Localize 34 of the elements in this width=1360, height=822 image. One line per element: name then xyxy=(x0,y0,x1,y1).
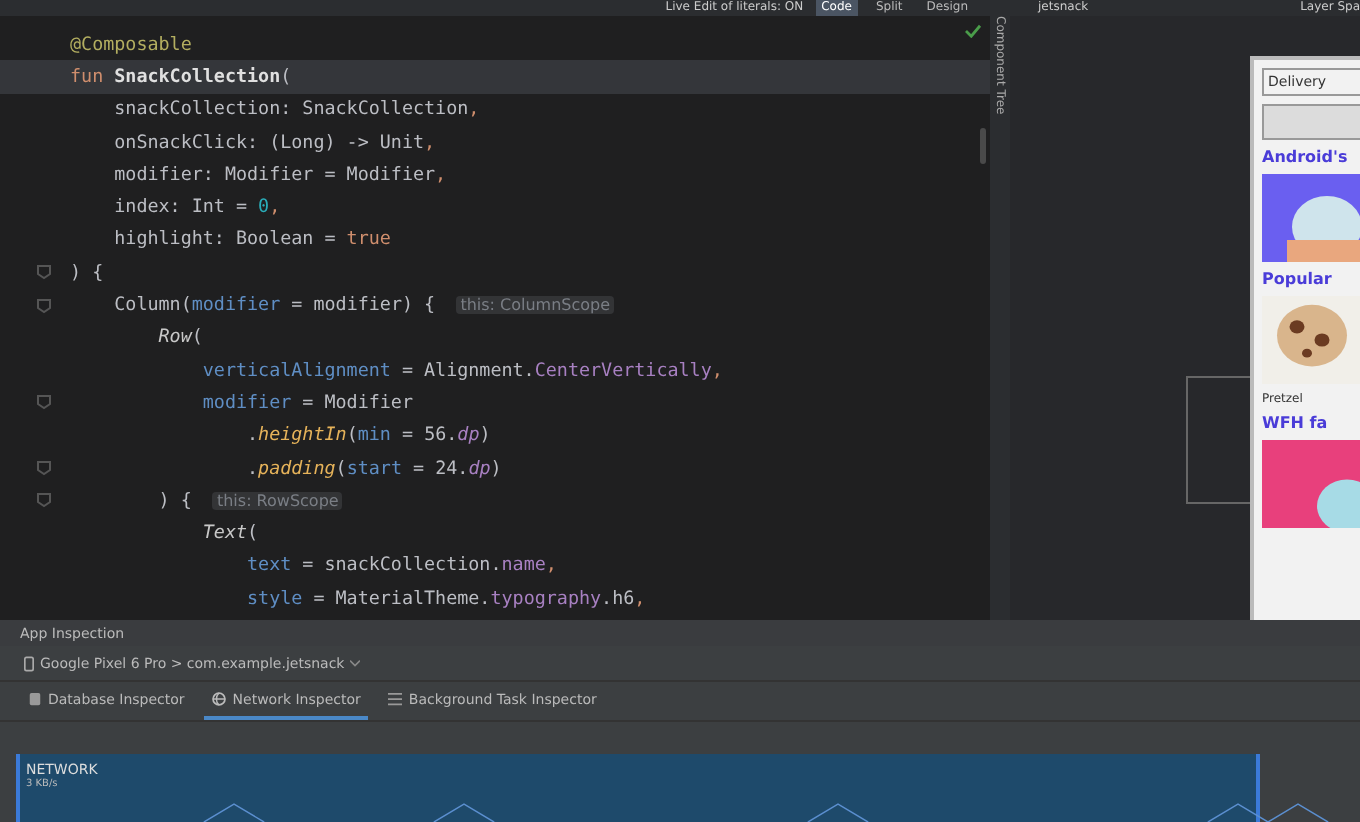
code-line: fun SnackCollection( xyxy=(70,65,292,88)
preview-text: Android's xyxy=(1262,148,1350,166)
fold-icon[interactable] xyxy=(35,394,51,411)
scrollbar[interactable] xyxy=(980,128,986,164)
code-line: onSnackClick: (Long) -> Unit, xyxy=(112,131,436,154)
code-line: style = MaterialTheme.typography.h6, xyxy=(245,587,646,610)
code-line: Text( xyxy=(200,522,259,545)
globe-icon xyxy=(212,692,227,706)
code-line: verticalAlignment = Alignment.CenterVertically, xyxy=(200,359,723,382)
code-line: .padding(start = 24.dp) xyxy=(245,457,502,479)
inlay-hint: this: ColumnScope xyxy=(456,296,615,315)
code-line: text = snackCollection.name, xyxy=(245,554,557,577)
check-icon xyxy=(964,24,982,38)
preview-text: Popular xyxy=(1262,270,1334,288)
list-icon xyxy=(388,692,403,706)
code-line: snackCollection: SnackCollection, xyxy=(112,98,480,121)
fold-icon[interactable] xyxy=(35,492,51,509)
code-line: ) { xyxy=(70,261,104,284)
code-line: Row( xyxy=(156,326,203,349)
code-line: modifier: Modifier = Modifier, xyxy=(112,163,447,186)
inlay-hint: this: RowScope xyxy=(212,491,343,510)
preview-text: WFH fa xyxy=(1262,414,1330,432)
code-line: @Composable xyxy=(70,33,192,56)
phone-icon xyxy=(24,655,34,671)
fold-icon[interactable] xyxy=(35,297,51,314)
code-line: modifier = Modifier xyxy=(200,391,413,414)
fold-icon[interactable] xyxy=(35,264,51,281)
code-line: highlight: Boolean = true xyxy=(112,228,391,251)
code-line: Column(modifier = modifier) { xyxy=(112,294,438,317)
code-line: ) { xyxy=(156,489,194,512)
database-icon xyxy=(28,692,42,706)
code-line: .heightIn(min = 56.dp) xyxy=(245,424,491,447)
code-line: index: Int = 0, xyxy=(112,196,281,219)
fold-icon[interactable] xyxy=(35,460,51,476)
